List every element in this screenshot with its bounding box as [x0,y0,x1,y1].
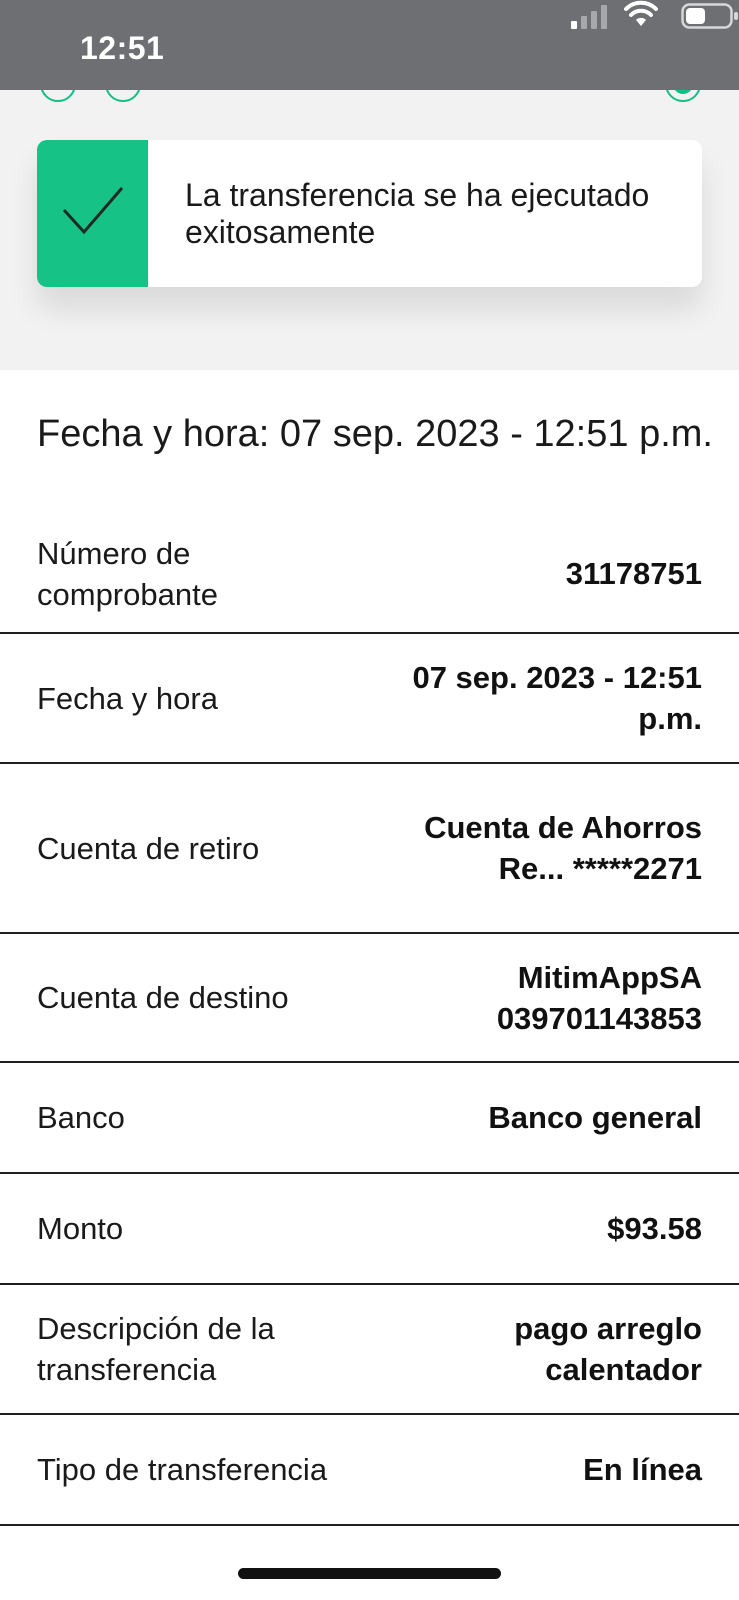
detail-row-withdrawal-account: Cuenta de retiro Cuenta de Ahorros Re...… [0,764,739,934]
detail-value: 31178751 [565,556,702,591]
detail-label: Número de comprobante [37,535,218,612]
detail-label: Descripción de la transferencia [37,1311,275,1387]
detail-row-destination-account: Cuenta de destino MitimAppSA 03970114385… [0,934,739,1063]
success-banner: La transferencia se ha ejecutado exitosa… [37,140,702,287]
detail-row-voucher-number: Número de comprobante 31178751 [0,515,739,634]
status-bar: 12:51 [0,0,739,90]
transaction-details: Número de comprobante 31178751 Fecha y h… [0,515,739,1526]
detail-label: Tipo de transferencia [37,1452,328,1487]
detail-value: MitimAppSA 039701143853 [496,959,702,1036]
transaction-datetime-heading: Fecha y hora: 07 sep. 2023 - 12:51 p.m. [37,413,713,455]
cellular-signal-icon [571,5,607,29]
detail-value: 07 sep. 2023 - 12:51 p.m. [412,660,702,736]
detail-value: Cuenta de Ahorros Re... *****2271 [424,810,702,886]
detail-value: pago arreglo calentador [514,1311,702,1387]
detail-row-bank: Banco Banco general [0,1063,739,1174]
home-indicator[interactable] [238,1568,501,1579]
detail-label: Banco [37,1100,125,1135]
detail-value: En línea [583,1452,702,1487]
detail-row-transfer-type: Tipo de transferencia En línea [0,1415,739,1526]
detail-row-datetime: Fecha y hora 07 sep. 2023 - 12:51 p.m. [0,634,739,764]
detail-label: Cuenta de destino [37,980,289,1015]
step-indicator [40,90,76,102]
detail-label: Fecha y hora [37,680,218,716]
detail-value: $93.58 [607,1211,702,1246]
battery-icon [681,3,738,29]
detail-row-amount: Monto $93.58 [0,1174,739,1285]
detail-label: Cuenta de retiro [37,830,260,866]
detail-row-description: Descripción de la transferencia pago arr… [0,1285,739,1415]
detail-value: Banco general [488,1100,702,1135]
progress-stepper [0,90,739,110]
success-message: La transferencia se ha ejecutado exitosa… [185,177,650,250]
detail-label: Monto [37,1211,124,1246]
checkmark-icon [62,187,124,235]
success-badge [37,140,148,287]
status-time: 12:51 [80,30,165,66]
wifi-icon [624,0,658,26]
confirmation-panel: La transferencia se ha ejecutado exitosa… [0,90,739,370]
step-indicator [105,90,141,102]
step-indicator-active [665,90,701,102]
